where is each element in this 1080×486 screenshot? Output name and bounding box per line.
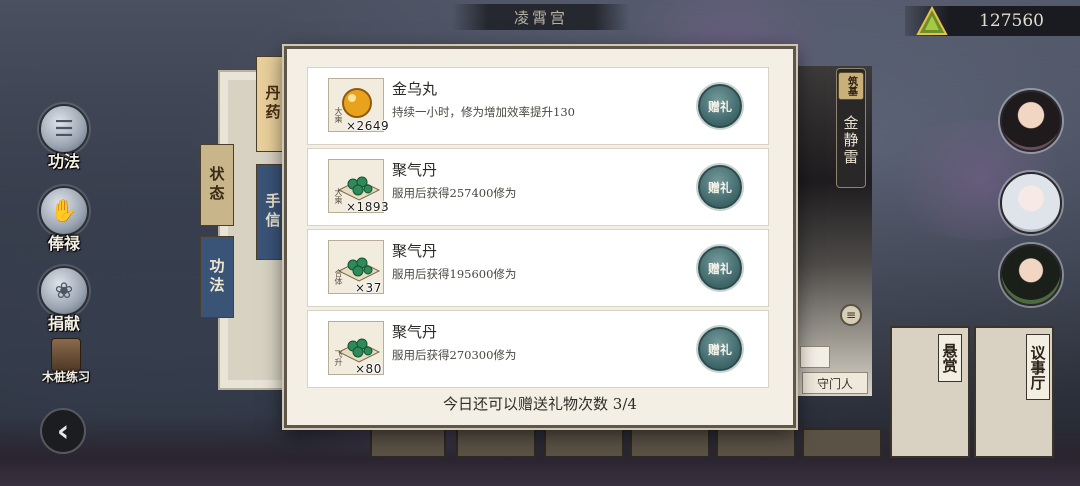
gift-row-qi-pill-2: 合体 ×37 聚气丹 服用后获得195600修为 赠礼 xyxy=(307,229,769,307)
gift-count: ×37 xyxy=(355,281,382,295)
gift-description: 服用后获得257400修为 xyxy=(392,186,517,200)
character-name-text: 金静雷 xyxy=(841,114,860,166)
gift-count: ×2649 xyxy=(346,119,390,133)
companion-portrait-1[interactable] xyxy=(1000,90,1062,152)
bounty-board-title: 悬赏 xyxy=(938,334,962,382)
jade-currency-icon xyxy=(916,5,948,35)
gift-name: 聚气丹 xyxy=(392,323,438,341)
bottom-slot-5[interactable] xyxy=(716,428,796,458)
menu-salary[interactable]: ✋ 俸禄 xyxy=(36,186,92,262)
gift-count: ×80 xyxy=(355,362,382,376)
gift-name: 聚气丹 xyxy=(392,161,438,179)
guard-field[interactable] xyxy=(800,346,830,368)
tab-skill[interactable]: 功法 xyxy=(200,236,234,318)
scroll-icon: ☰ xyxy=(39,104,89,154)
guard-label[interactable]: 守门人 xyxy=(802,372,868,394)
bottom-slot-6[interactable] xyxy=(802,428,882,458)
tab-status[interactable]: 状态 xyxy=(200,144,234,226)
menu-skill[interactable]: ☰ 功法 xyxy=(36,104,92,180)
gift-count: ×1893 xyxy=(346,200,390,214)
menu-donate[interactable]: ❀ 捐献 xyxy=(36,266,92,342)
bottom-slot-2[interactable] xyxy=(456,428,536,458)
bottom-slot-4[interactable] xyxy=(630,428,710,458)
menu-donate-label: 捐献 xyxy=(47,314,80,333)
gift-description: 持续一小时，修为增加效率提升130 xyxy=(392,105,575,119)
give-gift-button[interactable]: 赠礼 xyxy=(698,84,742,128)
gift-name: 聚气丹 xyxy=(392,242,438,260)
gift-popup: 大乘 ×2649 金乌丸 持续一小时，修为增加效率提升130 赠礼 大乘 ×18… xyxy=(284,46,796,428)
gift-item-slot[interactable]: 飞升 ×80 xyxy=(328,321,384,376)
gift-description: 服用后获得270300修为 xyxy=(392,348,517,362)
character-rank-badge: 筑基 xyxy=(838,72,864,100)
council-hall-title: 议事厅 xyxy=(1026,334,1050,400)
currency-amount: 127560 xyxy=(979,11,1044,31)
bottom-slot-3[interactable] xyxy=(544,428,624,458)
gift-list: 大乘 ×2649 金乌丸 持续一小时，修为增加效率提升130 赠礼 大乘 ×18… xyxy=(307,67,769,389)
give-gift-button[interactable]: 赠礼 xyxy=(698,165,742,209)
character-menu-button[interactable]: ≡ xyxy=(840,304,862,326)
gift-description: 服用后获得195600修为 xyxy=(392,267,517,281)
wood-training-button[interactable]: 木桩练习 xyxy=(36,338,96,388)
remaining-gifts-text: 今日还可以赠送礼物次数 3/4 xyxy=(443,395,637,413)
menu-salary-label: 俸禄 xyxy=(47,234,80,253)
gift-item-slot[interactable]: 大乘 ×1893 xyxy=(328,159,389,214)
companion-portrait-3[interactable] xyxy=(1000,244,1062,306)
gift-rank: 大乘 xyxy=(334,107,343,123)
gift-item-slot[interactable]: 大乘 ×2649 xyxy=(328,78,389,133)
back-arrow-icon: ‹ xyxy=(56,413,70,449)
gift-row-golden-pill: 大乘 ×2649 金乌丸 持续一小时，修为增加效率提升130 赠礼 xyxy=(307,67,769,145)
location-title: 凌霄宫 xyxy=(452,4,630,30)
donate-bag-icon: ❀ xyxy=(39,266,89,316)
gift-rank: 合体 xyxy=(334,269,343,285)
gift-rank: 飞升 xyxy=(334,350,343,366)
wooden-dummy-icon xyxy=(51,338,81,372)
gift-row-qi-pill-3: 飞升 ×80 聚气丹 服用后获得270300修为 赠礼 xyxy=(307,310,769,388)
wood-training-label: 木桩练习 xyxy=(41,370,90,384)
back-button[interactable]: ‹ xyxy=(40,408,86,454)
gift-row-qi-pill-1: 大乘 ×1893 聚气丹 服用后获得257400修为 赠礼 xyxy=(307,148,769,226)
gift-rank: 大乘 xyxy=(334,188,343,204)
give-gift-button[interactable]: 赠礼 xyxy=(698,246,742,290)
gift-name: 金乌丸 xyxy=(392,80,438,98)
council-hall-card[interactable]: 议事厅 xyxy=(974,326,1054,458)
bounty-board-card[interactable]: 悬赏 xyxy=(890,326,970,458)
companion-portrait-2[interactable] xyxy=(1000,172,1062,234)
bottom-slot-1[interactable] xyxy=(370,428,446,458)
menu-skill-label: 功法 xyxy=(47,152,80,171)
give-gift-button[interactable]: 赠礼 xyxy=(698,327,742,371)
gift-item-slot[interactable]: 合体 ×37 xyxy=(328,240,384,295)
salary-hand-icon: ✋ xyxy=(39,186,89,236)
